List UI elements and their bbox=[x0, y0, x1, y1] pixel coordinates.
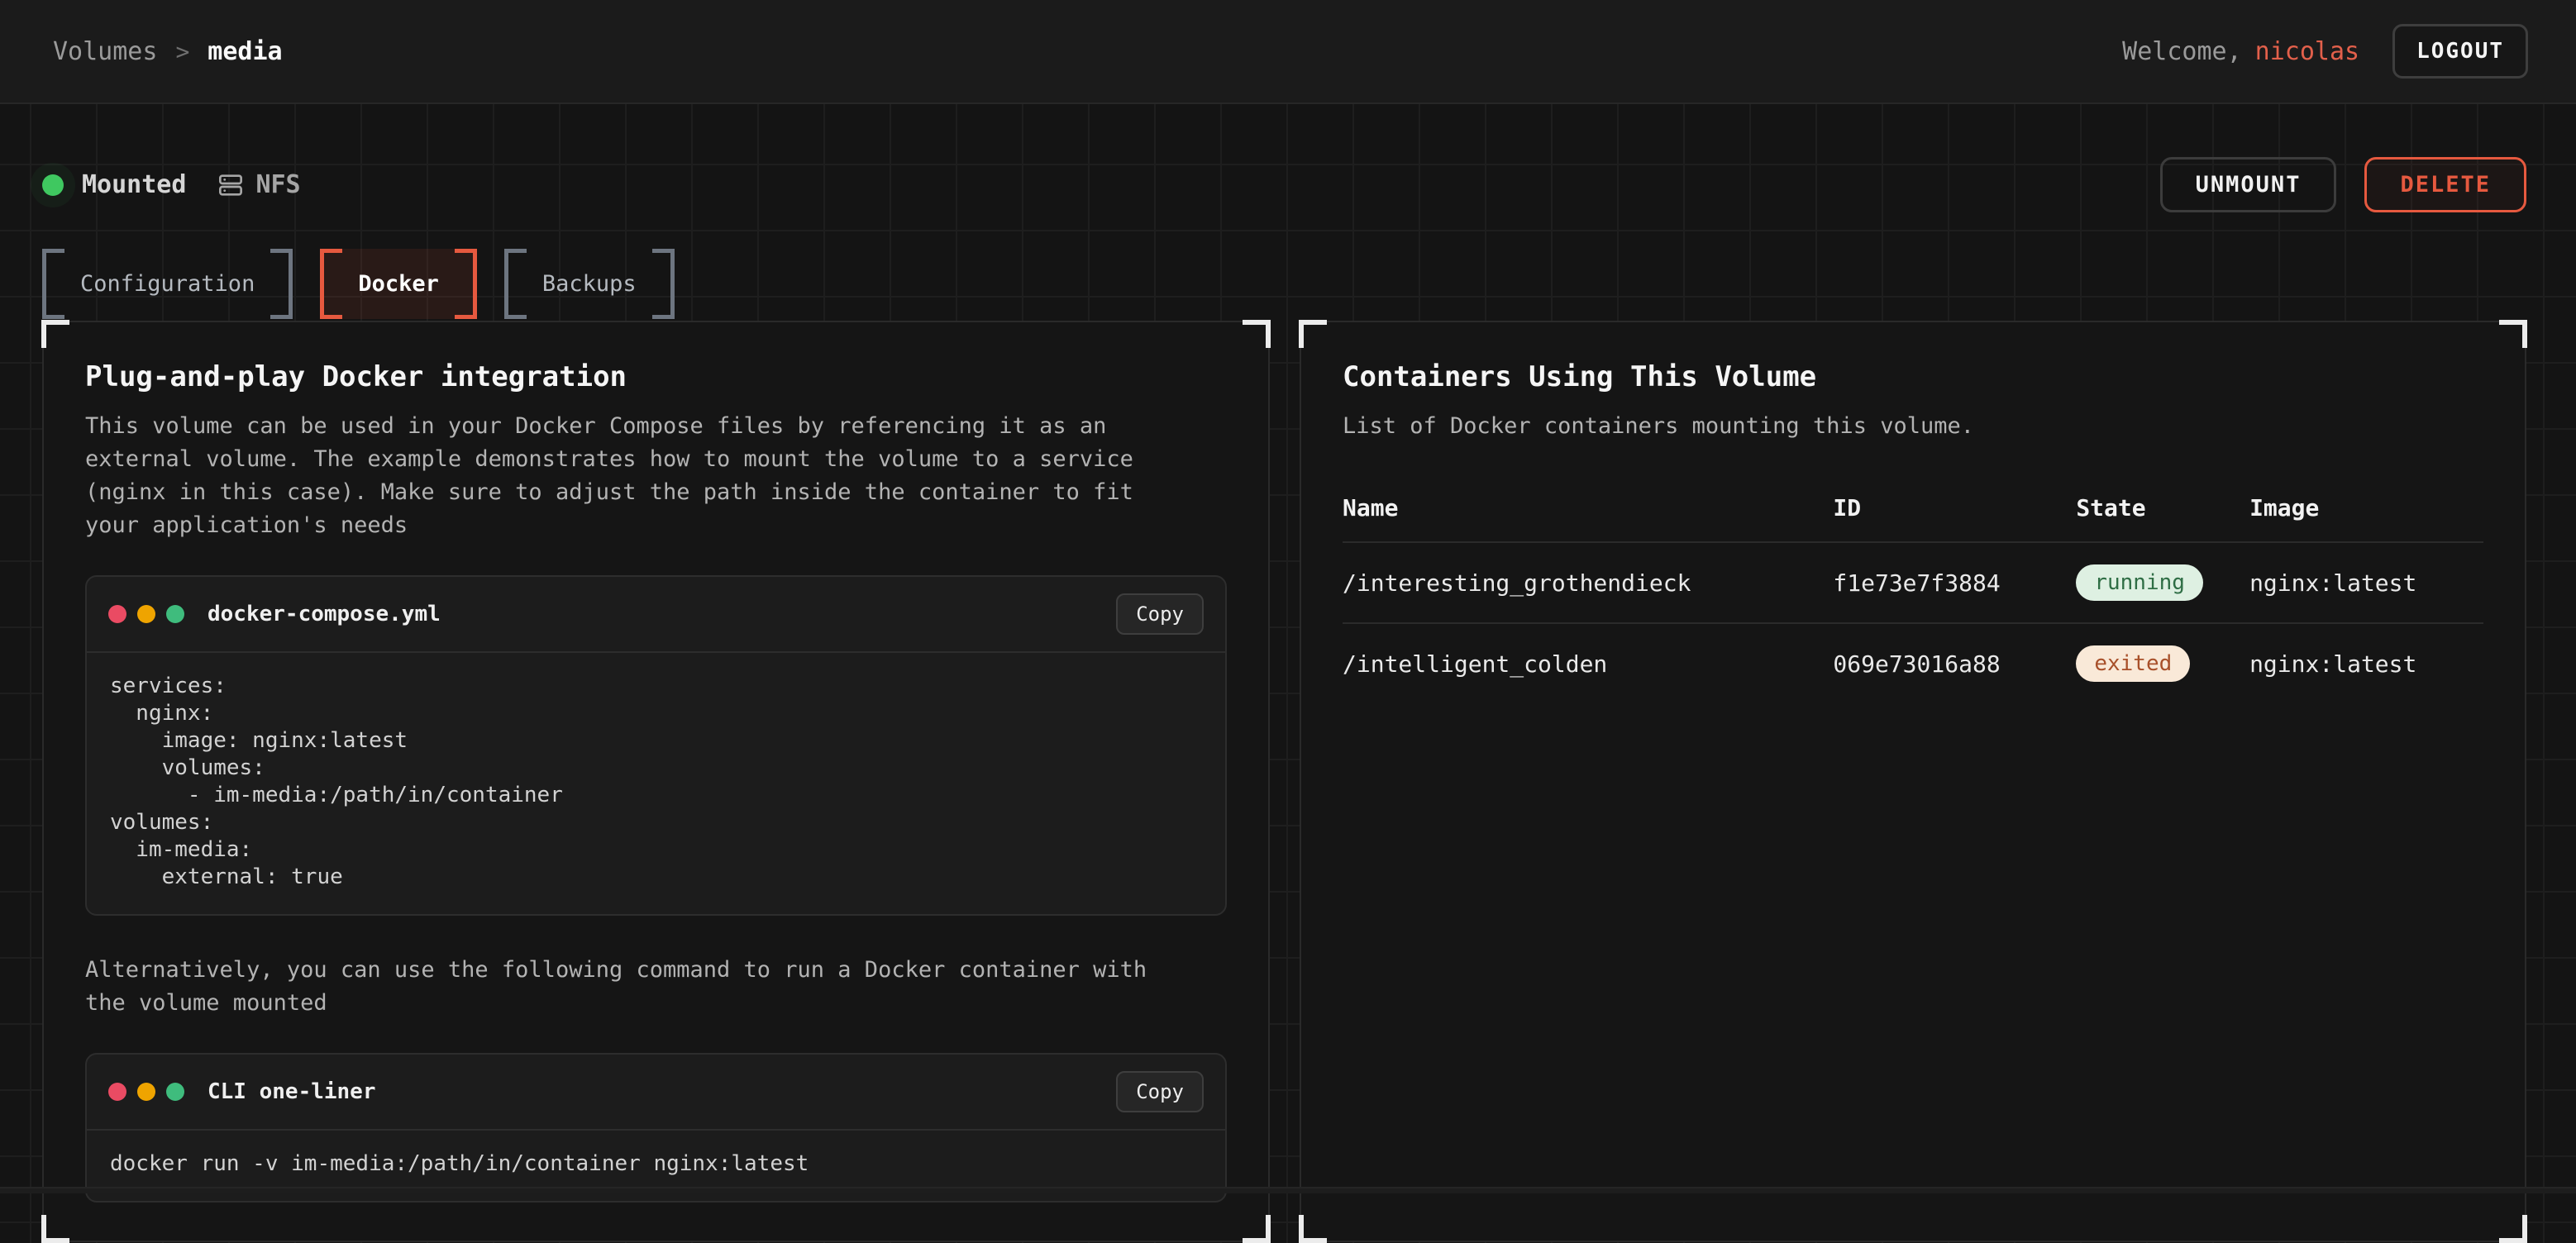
column-header-name: Name bbox=[1343, 494, 1833, 542]
window-dot-green-icon bbox=[166, 1083, 184, 1101]
panel-corner-icon bbox=[2499, 1215, 2527, 1243]
breadcrumb: Volumes > media bbox=[53, 37, 283, 66]
docker-panel-description: This volume can be used in your Docker C… bbox=[85, 410, 1185, 542]
mounted-status-label: Mounted bbox=[82, 170, 186, 199]
container-id: f1e73e7f3884 bbox=[1833, 542, 2076, 623]
window-dot-red-icon bbox=[108, 605, 126, 623]
container-image: nginx:latest bbox=[2249, 542, 2483, 623]
cli-filename: CLI one-liner bbox=[208, 1079, 376, 1104]
driver-indicator: NFS bbox=[217, 170, 300, 199]
containers-table: Name ID State Image /interesting_grothen… bbox=[1343, 494, 2483, 703]
panel-corner-icon bbox=[41, 1215, 69, 1243]
mounted-status-dot-icon bbox=[42, 174, 64, 196]
state-badge-running: running bbox=[2076, 564, 2203, 601]
main-content: Mounted NFS UNMOUNT DELETE Configuration… bbox=[0, 157, 2576, 1153]
panel-corner-icon bbox=[1299, 320, 1327, 348]
breadcrumb-separator-icon: > bbox=[175, 38, 189, 65]
volume-tabs: Configuration Docker Backups bbox=[42, 249, 2526, 319]
container-row: /intelligent_colden 069e73016a88 exited … bbox=[1343, 623, 2483, 703]
container-state-cell: exited bbox=[2076, 623, 2249, 703]
container-id: 069e73016a88 bbox=[1833, 623, 2076, 703]
window-dots bbox=[108, 605, 184, 623]
copy-cli-button[interactable]: Copy bbox=[1116, 1071, 1204, 1112]
containers-panel-subtitle: List of Docker containers mounting this … bbox=[1343, 410, 2442, 443]
container-image: nginx:latest bbox=[2249, 623, 2483, 703]
welcome-prefix: Welcome, bbox=[2122, 37, 2242, 66]
column-header-id: ID bbox=[1833, 494, 2076, 542]
copy-compose-button[interactable]: Copy bbox=[1116, 593, 1204, 635]
compose-code-header: docker-compose.yml Copy bbox=[87, 577, 1225, 651]
panel-corner-icon bbox=[1243, 1215, 1271, 1243]
state-badge-exited: exited bbox=[2076, 645, 2190, 682]
docker-panel-title: Plug-and-play Docker integration bbox=[85, 360, 1227, 393]
cli-intro-text: Alternatively, you can use the following… bbox=[85, 954, 1185, 1020]
container-row: /interesting_grothendieck f1e73e7f3884 r… bbox=[1343, 542, 2483, 623]
panel-corner-icon bbox=[2499, 320, 2527, 348]
tab-docker[interactable]: Docker bbox=[320, 249, 477, 319]
column-header-state: State bbox=[2076, 494, 2249, 542]
username: nicolas bbox=[2255, 37, 2359, 66]
top-bar: Volumes > media Welcome, nicolas LOGOUT bbox=[0, 0, 2576, 104]
unmount-button[interactable]: UNMOUNT bbox=[2160, 157, 2337, 212]
breadcrumb-current-volume: media bbox=[208, 37, 282, 66]
window-dots bbox=[108, 1083, 184, 1101]
server-icon bbox=[217, 172, 244, 198]
welcome-text: Welcome, nicolas bbox=[2122, 37, 2359, 66]
delete-button[interactable]: DELETE bbox=[2364, 157, 2526, 212]
window-dot-red-icon bbox=[108, 1083, 126, 1101]
compose-filename: docker-compose.yml bbox=[208, 602, 441, 626]
tab-backups[interactable]: Backups bbox=[504, 249, 675, 319]
cli-code-card: CLI one-liner Copy docker run -v im-medi… bbox=[85, 1053, 1227, 1203]
volume-actions: UNMOUNT DELETE bbox=[2160, 157, 2526, 212]
column-header-image: Image bbox=[2249, 494, 2483, 542]
window-dot-amber-icon bbox=[137, 605, 155, 623]
container-state-cell: running bbox=[2076, 542, 2249, 623]
panels-grid: Plug-and-play Docker integration This vo… bbox=[42, 321, 2526, 1153]
logout-button[interactable]: LOGOUT bbox=[2392, 24, 2528, 79]
driver-label: NFS bbox=[255, 170, 300, 199]
panel-corner-icon bbox=[1299, 1215, 1327, 1243]
volume-status: Mounted NFS bbox=[42, 170, 301, 199]
table-header-row: Name ID State Image bbox=[1343, 494, 2483, 542]
footer-strip bbox=[0, 1187, 2576, 1193]
container-name: /intelligent_colden bbox=[1343, 623, 1833, 703]
breadcrumb-volumes-link[interactable]: Volumes bbox=[53, 37, 157, 66]
panel-corner-icon bbox=[41, 320, 69, 348]
container-name: /interesting_grothendieck bbox=[1343, 542, 1833, 623]
containers-panel-title: Containers Using This Volume bbox=[1343, 360, 2483, 393]
docker-integration-panel: Plug-and-play Docker integration This vo… bbox=[42, 321, 1270, 1242]
cli-code-header: CLI one-liner Copy bbox=[87, 1055, 1225, 1129]
header-right: Welcome, nicolas LOGOUT bbox=[2122, 24, 2528, 79]
window-dot-green-icon bbox=[166, 605, 184, 623]
compose-code: services: nginx: image: nginx:latest vol… bbox=[87, 651, 1225, 914]
tab-configuration[interactable]: Configuration bbox=[42, 249, 293, 319]
window-dot-amber-icon bbox=[137, 1083, 155, 1101]
compose-code-card: docker-compose.yml Copy services: nginx:… bbox=[85, 575, 1227, 916]
panel-corner-icon bbox=[1243, 320, 1271, 348]
volume-status-row: Mounted NFS UNMOUNT DELETE bbox=[42, 157, 2526, 212]
containers-panel: Containers Using This Volume List of Doc… bbox=[1300, 321, 2526, 1242]
